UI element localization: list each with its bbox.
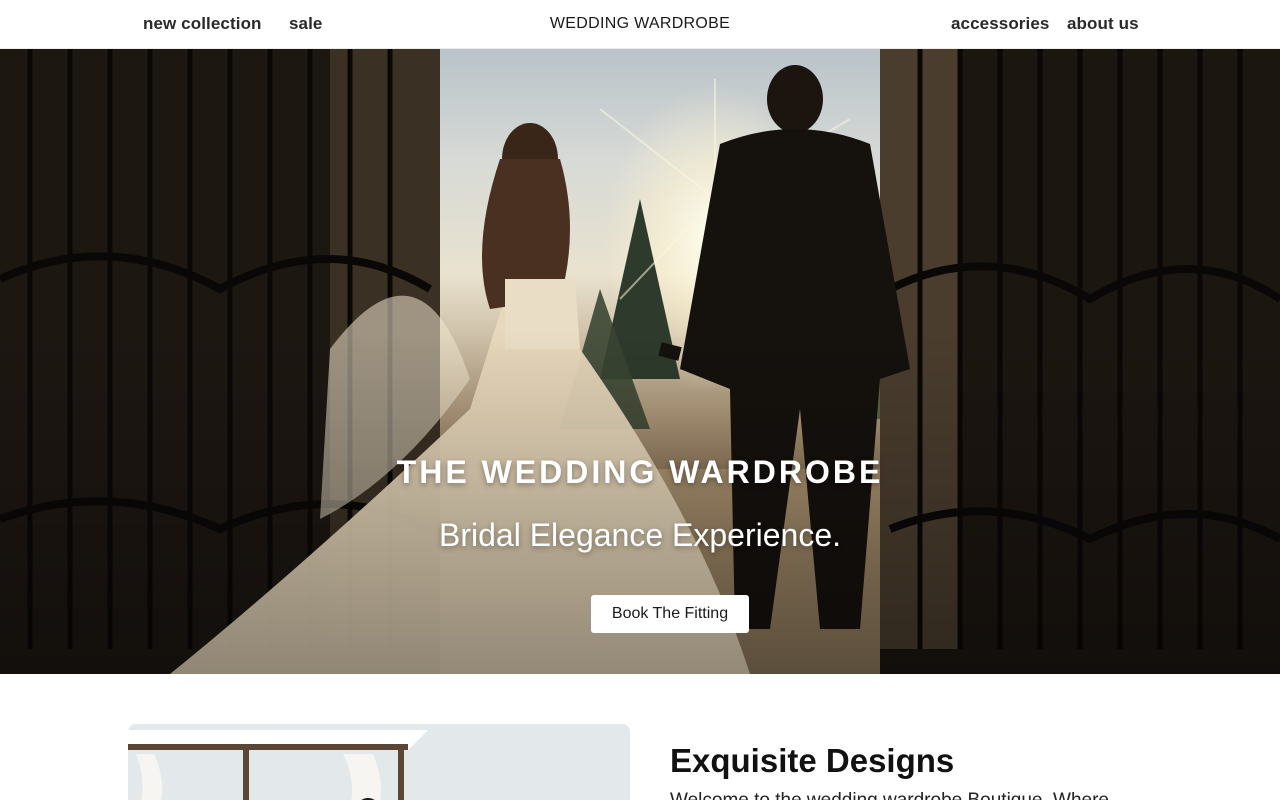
feature-image-canopy	[128, 724, 630, 800]
hero-overlay	[0, 49, 1280, 674]
hero-banner: THE WEDDING WARDROBE Bridal Elegance Exp…	[0, 49, 1280, 674]
feature-body-text: Welcome to the wedding wardrobe Boutique…	[670, 790, 1150, 800]
feature-title: Exquisite Designs	[670, 742, 955, 779]
hero-title: THE WEDDING WARDROBE	[396, 454, 884, 490]
nav-accessories[interactable]: accessories	[951, 14, 1049, 34]
book-fitting-button[interactable]: Book The Fitting	[591, 595, 749, 633]
canopy-photo	[128, 724, 630, 800]
hero-subtitle: Bridal Elegance Experience.	[438, 517, 841, 553]
top-navigation-bar: new collection sale WEDDING WARDROBE acc…	[0, 0, 1280, 49]
nav-about-us[interactable]: about us	[1067, 14, 1139, 34]
